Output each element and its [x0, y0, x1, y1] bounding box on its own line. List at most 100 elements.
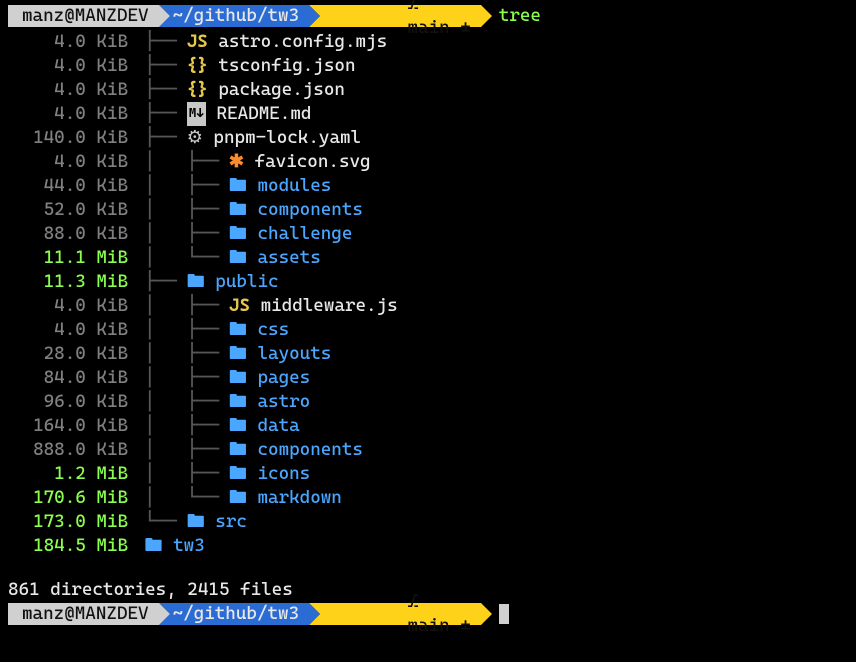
directory-name: layouts	[257, 342, 331, 366]
folder-icon: 🖿	[229, 414, 247, 438]
prompt-path: ~/github/tw3	[173, 602, 300, 626]
directory-name: css	[257, 318, 289, 342]
file-size: 184.5 MiB	[8, 534, 134, 558]
gear-icon: ⚙	[187, 126, 203, 150]
directory-name: assets	[257, 246, 320, 270]
tree-branch-lines: │ ├──	[134, 174, 229, 198]
tree-output: 4.0 KiB ├── JS astro.config.mjs4.0 KiB ├…	[8, 30, 848, 558]
tree-row: 4.0 KiB │ ├── 🖿 css	[8, 318, 848, 342]
prompt-branch-segment: ⎇ main ±	[309, 603, 481, 625]
folder-icon: 🖿	[229, 462, 247, 486]
tree-row: 173.0 MiB └── 🖿 src	[8, 510, 848, 534]
directory-name: pages	[257, 366, 310, 390]
file-size: 888.0 KiB	[8, 438, 134, 462]
file-size: 4.0 KiB	[8, 102, 134, 126]
json-icon: {}	[187, 54, 208, 78]
prompt-path-segment: ~/github/tw3	[159, 603, 310, 625]
tree-branch-lines: │ └──	[134, 246, 229, 270]
directory-name: src	[215, 510, 247, 534]
prompt-host: manz@MANZDEV	[22, 4, 149, 28]
file-size: 52.0 KiB	[8, 198, 134, 222]
folder-icon: 🖿	[187, 270, 205, 294]
folder-icon: 🖿	[229, 246, 247, 270]
tree-branch-lines: ├──	[134, 102, 187, 126]
prompt-line-top: manz@MANZDEV ~/github/tw3 ⎇ main ± tree	[8, 4, 848, 28]
file-name: favicon.svg	[255, 150, 371, 174]
tree-row: 28.0 KiB │ ├── 🖿 layouts	[8, 342, 848, 366]
folder-icon: 🖿	[229, 438, 247, 462]
tree-row: 11.3 MiB ├── 🖿 public	[8, 270, 848, 294]
file-name: README.md	[217, 102, 312, 126]
file-size: 170.6 MiB	[8, 486, 134, 510]
js-icon: JS	[187, 30, 208, 54]
file-size: 173.0 MiB	[8, 510, 134, 534]
directory-name: data	[257, 414, 299, 438]
cursor[interactable]	[499, 604, 509, 624]
directory-name: markdown	[257, 486, 341, 510]
js-icon: JS	[229, 294, 250, 318]
branch-icon: ⎇	[408, 0, 419, 14]
directory-name: public	[215, 270, 278, 294]
tree-branch-lines: │ ├──	[134, 150, 229, 174]
folder-icon: 🖿	[229, 342, 247, 366]
tree-branch-lines: │ ├──	[134, 342, 229, 366]
file-size: 4.0 KiB	[8, 294, 134, 318]
file-name: pnpm-lock.yaml	[213, 126, 361, 150]
file-size: 4.0 KiB	[8, 30, 134, 54]
tree-row: 96.0 KiB │ ├── 🖿 astro	[8, 390, 848, 414]
tree-branch-lines: ├──	[134, 78, 187, 102]
branch-icon: ⎇	[408, 591, 419, 612]
folder-icon: 🖿	[229, 222, 247, 246]
folder-icon: 🖿	[229, 366, 247, 390]
markdown-icon: M↓	[187, 102, 206, 126]
tree-row: 44.0 KiB │ ├── 🖿 modules	[8, 174, 848, 198]
file-size: 28.0 KiB	[8, 342, 134, 366]
tree-row: 52.0 KiB │ ├── 🖿 components	[8, 198, 848, 222]
tree-row: 4.0 KiB │ ├── JS middleware.js	[8, 294, 848, 318]
prompt-host: manz@MANZDEV	[22, 602, 149, 626]
tree-row: 4.0 KiB ├── M↓ README.md	[8, 102, 848, 126]
tree-branch-lines: │ ├──	[134, 198, 229, 222]
folder-icon: 🖿	[187, 510, 205, 534]
tree-branch-lines: │ ├──	[134, 222, 229, 246]
file-size: 84.0 KiB	[8, 366, 134, 390]
typed-command[interactable]: tree	[499, 4, 541, 28]
directory-name: icons	[257, 462, 310, 486]
shell-prompt: manz@MANZDEV ~/github/tw3 ⎇ main ±	[8, 5, 481, 27]
prompt-line-bottom: manz@MANZDEV ~/github/tw3 ⎇ main ±	[8, 602, 848, 626]
prompt-branch-segment: ⎇ main ±	[309, 5, 481, 27]
tree-summary: 861 directories, 2415 files	[8, 578, 293, 602]
folder-icon: 🖿	[229, 198, 247, 222]
tree-row: 4.0 KiB │ ├── ✱ favicon.svg	[8, 150, 848, 174]
directory-name: challenge	[257, 222, 352, 246]
file-size: 4.0 KiB	[8, 78, 134, 102]
tree-branch-lines: │ ├──	[134, 294, 229, 318]
prompt-branch: main ±	[408, 17, 471, 38]
tree-row: 140.0 KiB ├── ⚙ pnpm-lock.yaml	[8, 126, 848, 150]
file-size: 4.0 KiB	[8, 150, 134, 174]
tree-row: 1.2 MiB │ ├── 🖿 icons	[8, 462, 848, 486]
tree-branch-lines: ├──	[134, 30, 187, 54]
prompt-branch: main ±	[408, 615, 471, 636]
prompt-host-segment: manz@MANZDEV	[8, 5, 159, 27]
tree-row: 170.6 MiB │ └── 🖿 markdown	[8, 486, 848, 510]
folder-icon: 🖿	[145, 534, 163, 558]
file-size: 96.0 KiB	[8, 390, 134, 414]
shell-prompt: manz@MANZDEV ~/github/tw3 ⎇ main ±	[8, 603, 481, 625]
tree-row: 184.5 MiB 🖿 tw3	[8, 534, 848, 558]
folder-icon: 🖿	[229, 318, 247, 342]
directory-name: astro	[257, 390, 310, 414]
folder-icon: 🖿	[229, 174, 247, 198]
directory-name: modules	[257, 174, 331, 198]
tree-branch-lines	[134, 534, 145, 558]
file-name: middleware.js	[261, 294, 398, 318]
tree-branch-lines: │ ├──	[134, 414, 229, 438]
tree-branch-lines: │ ├──	[134, 366, 229, 390]
file-size: 44.0 KiB	[8, 174, 134, 198]
tree-row: 84.0 KiB │ ├── 🖿 pages	[8, 366, 848, 390]
tree-branch-lines: │ ├──	[134, 318, 229, 342]
prompt-host-segment: manz@MANZDEV	[8, 603, 159, 625]
file-name: package.json	[218, 78, 345, 102]
folder-icon: 🖿	[229, 486, 247, 510]
directory-name: components	[257, 198, 362, 222]
